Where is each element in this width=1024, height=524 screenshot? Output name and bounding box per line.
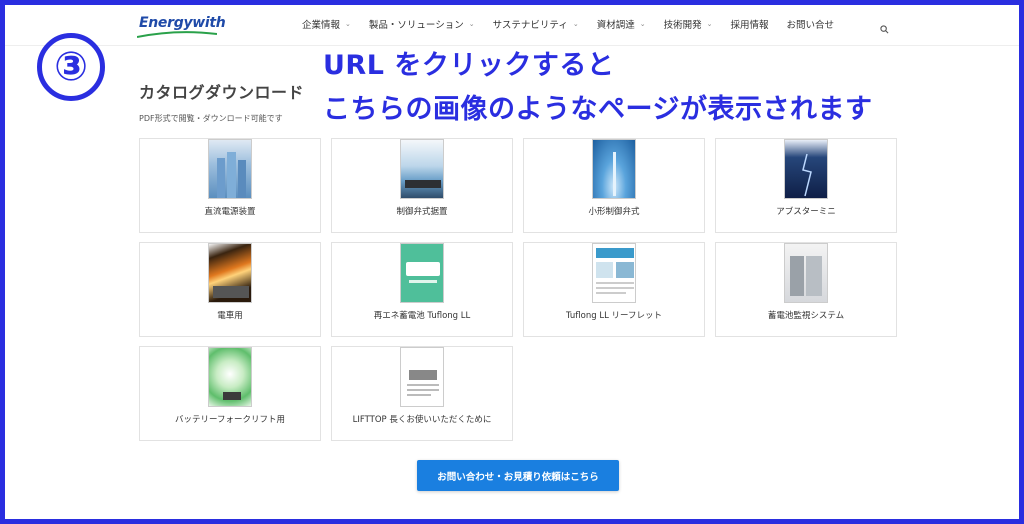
step-number-badge: ③ — [37, 33, 105, 101]
nav-item-company[interactable]: 企業情報 ⌄ — [302, 17, 351, 31]
annotation-line-1: URL をクリックすると — [323, 50, 615, 81]
catalog-card-railway[interactable]: 電車用 — [139, 242, 321, 337]
nav-label: お問い合せ — [786, 20, 835, 31]
chevron-down-icon: ⌄ — [706, 20, 713, 28]
nav-label: 採用情報 — [730, 20, 769, 31]
catalog-label: 電車用 — [217, 311, 243, 321]
catalog-card-tuflong-leaflet[interactable]: Tuflong LL リーフレット — [523, 242, 705, 337]
nav-item-contact[interactable]: お問い合せ — [787, 17, 835, 31]
page-title: カタログダウンロード — [139, 83, 305, 102]
chevron-down-icon: ⌄ — [572, 20, 579, 28]
nav-label: 企業情報 — [302, 20, 341, 31]
catalog-card-tuflong-ll[interactable]: 再エネ蓄電池 Tuflong LL — [331, 242, 513, 337]
nav-label: 製品・ソリューション — [368, 20, 464, 31]
nav-item-rnd[interactable]: 技術開発 ⌄ — [664, 17, 713, 31]
catalog-label: 再エネ蓄電池 Tuflong LL — [373, 311, 471, 321]
catalog-label: 直流電源装置 — [204, 207, 256, 217]
page-subtitle: PDF形式で閲覧・ダウンロード可能です — [139, 114, 283, 123]
catalog-label: Tuflong LL リーフレット — [566, 311, 662, 321]
catalog-cover-image — [784, 139, 828, 199]
contact-quote-button[interactable]: お問い合わせ・お見積り依頼はこちら — [417, 460, 619, 491]
catalog-label: アブスターミニ — [776, 207, 836, 217]
logo-swoosh-icon — [137, 31, 217, 38]
chevron-down-icon: ⌄ — [468, 20, 475, 28]
catalog-cover-image — [592, 139, 636, 199]
catalog-cover-image — [400, 243, 444, 303]
catalog-cover-image — [400, 139, 444, 199]
catalog-card-vrla-stationary[interactable]: 制御弁式据置 — [331, 138, 513, 233]
catalog-label: 制御弁式据置 — [396, 207, 448, 217]
catalog-label: 蓄電池監視システム — [767, 311, 845, 321]
nav-item-recruit[interactable]: 採用情報 — [730, 17, 768, 31]
main-nav: 企業情報 ⌄ 製品・ソリューション ⌄ サステナビリティ ⌄ 資材調達 ⌄ 技術開発 ⌄ … — [302, 17, 852, 31]
search-icon[interactable] — [880, 19, 889, 38]
catalog-card-lifttop[interactable]: LIFTTOP 長くお使いいただくために — [331, 346, 513, 441]
step-number: ③ — [54, 44, 88, 90]
catalog-cover-image — [208, 347, 252, 407]
catalog-card-absmini[interactable]: アブスターミニ — [715, 138, 897, 233]
catalog-cover-image — [208, 139, 252, 199]
nav-item-products[interactable]: 製品・ソリューション ⌄ — [369, 17, 475, 31]
logo[interactable]: Energywith — [137, 15, 226, 38]
logo-text: Energywith — [139, 15, 226, 31]
catalog-card-small-vrla[interactable]: 小形制御弁式 — [523, 138, 705, 233]
catalog-cover-image — [208, 243, 252, 303]
annotation-line-2: こちらの画像のようなページが表示されます — [323, 94, 873, 125]
browser-page: Energywith 企業情報 ⌄ 製品・ソリューション ⌄ サステナビリティ ⌄ 資… — [5, 5, 1019, 519]
catalog-label: 小形制御弁式 — [588, 207, 640, 217]
catalog-label: バッテリーフォークリフト用 — [175, 415, 285, 425]
catalog-card-monitoring[interactable]: 蓄電池監視システム — [715, 242, 897, 337]
catalog-cover-image — [592, 243, 636, 303]
nav-item-procurement[interactable]: 資材調達 ⌄ — [597, 17, 646, 31]
nav-label: 資材調達 — [596, 20, 635, 31]
catalog-cover-image — [784, 243, 828, 303]
nav-label: 技術開発 — [663, 20, 702, 31]
chevron-down-icon: ⌄ — [345, 20, 351, 28]
chevron-down-icon: ⌄ — [639, 20, 646, 28]
catalog-cover-image — [400, 347, 444, 407]
catalog-label: LIFTTOP 長くお使いいただくために — [352, 415, 492, 425]
catalog-card-forklift[interactable]: バッテリーフォークリフト用 — [139, 346, 321, 441]
catalog-card-dc-power[interactable]: 直流電源装置 — [139, 138, 321, 233]
nav-item-sustainability[interactable]: サステナビリティ ⌄ — [493, 17, 579, 31]
nav-label: サステナビリティ — [492, 20, 568, 31]
